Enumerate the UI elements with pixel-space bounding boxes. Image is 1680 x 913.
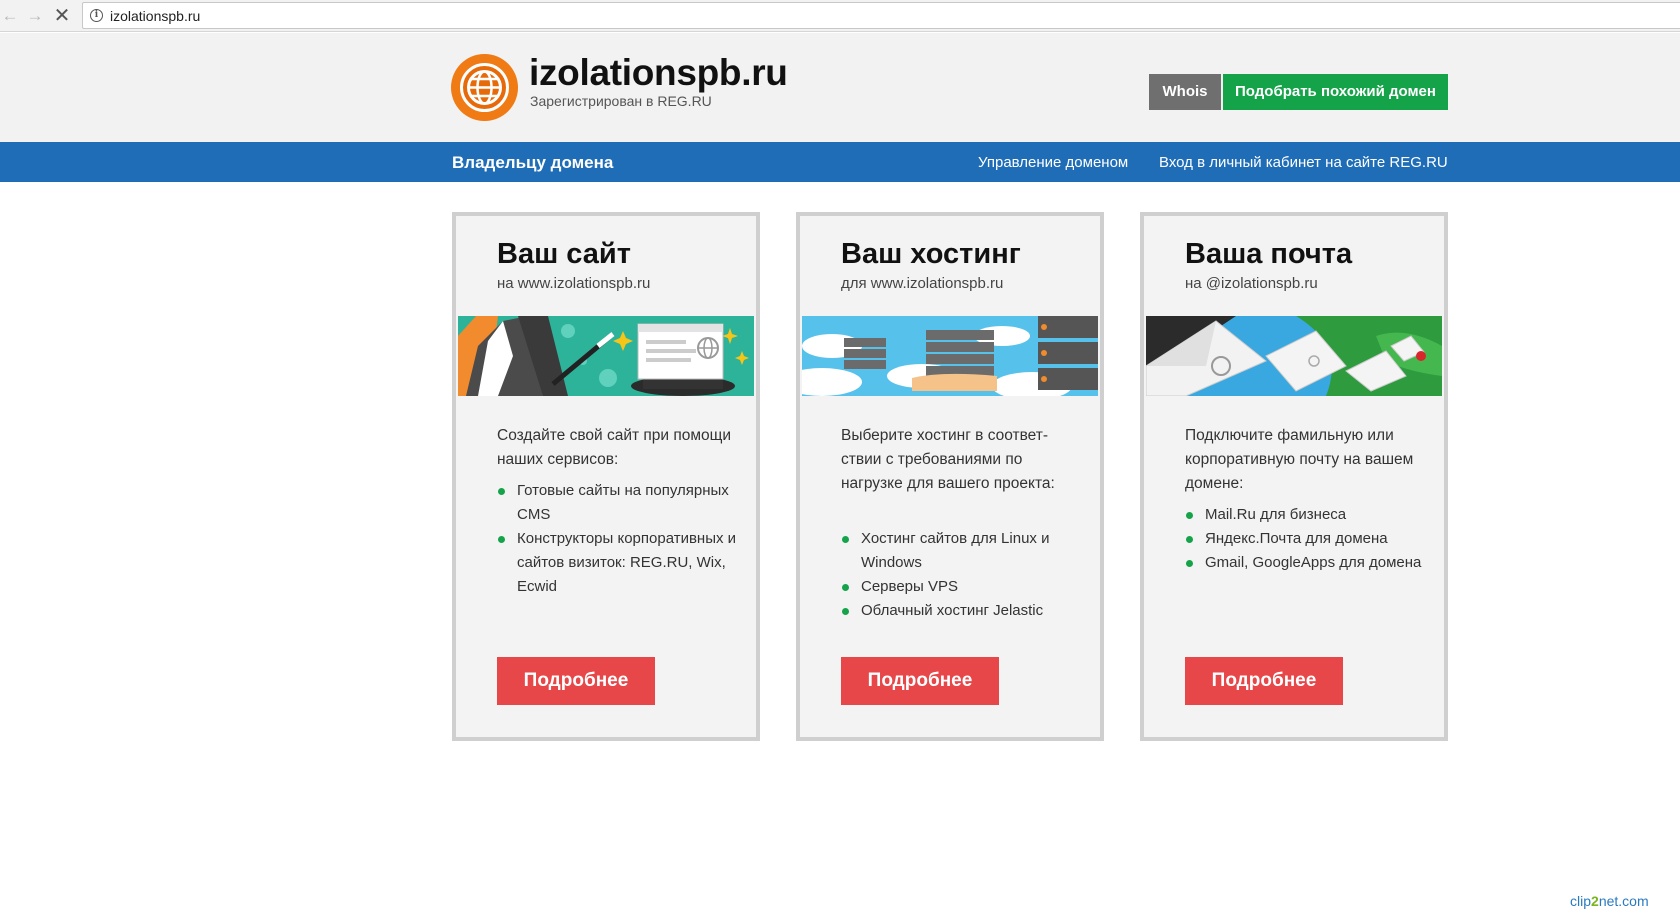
domain-title: izolationspb.ru <box>529 52 788 93</box>
globe-logo-icon <box>451 54 518 121</box>
back-arrow-icon[interactable]: ← <box>0 6 20 26</box>
address-bar[interactable]: i izolationspb.ru <box>82 2 1680 29</box>
site-card: Ваш сайт на www.izolationspb.ru Создайте… <box>452 212 760 741</box>
list-item: Mail.Ru для бизнеса <box>1185 503 1425 527</box>
list-item: Яндекс.Почта для домена <box>1185 527 1425 551</box>
watermark-prefix: clip <box>1570 893 1592 909</box>
list-item: Хостинг сайтов для Linux и Windows <box>841 527 1081 575</box>
url-text: izolationspb.ru <box>110 8 201 24</box>
feature-list: Хостинг сайтов для Linux и Windows Серве… <box>841 527 1081 623</box>
similar-domain-button[interactable]: Подобрать похожий домен <box>1223 74 1448 110</box>
site-header: izolationspb.ru Зарегистрирован в REG.RU… <box>0 33 1680 142</box>
card-subtitle: на @izolationspb.ru <box>1185 275 1318 292</box>
servers-illustration <box>802 316 1098 396</box>
stop-loading-icon[interactable]: ✕ <box>52 6 72 26</box>
clip2net-watermark: clip2net.com <box>1570 893 1649 909</box>
registrar-subtitle: Зарегистрирован в REG.RU <box>530 93 712 109</box>
hosting-card: Ваш хостинг для www.izolationspb.ru Выбе <box>796 212 1104 741</box>
watermark-suffix: net.com <box>1598 893 1649 909</box>
owner-nav-bar: Владельцу домена Управление доменом Вход… <box>0 142 1680 182</box>
manage-domain-link[interactable]: Управление доменом <box>978 154 1128 171</box>
browser-toolbar: ← → ✕ i izolationspb.ru <box>0 0 1680 32</box>
feature-list: Mail.Ru для бизнеса Яндекс.Почта для дом… <box>1185 503 1425 575</box>
list-item: Облачный хостинг Jelastic <box>841 599 1081 623</box>
cabinet-login-link[interactable]: Вход в личный кабинет на сайте REG.RU <box>1159 154 1448 171</box>
envelopes-illustration <box>1146 316 1442 396</box>
card-description: Создайте свой сайт при помощи наших серв… <box>497 427 732 468</box>
magic-wand-illustration <box>458 316 754 396</box>
list-item: Серверы VPS <box>841 575 1081 599</box>
card-subtitle: для www.izolationspb.ru <box>841 275 1004 292</box>
more-button[interactable]: Подробнее <box>1185 657 1343 705</box>
forward-arrow-icon[interactable]: → <box>25 6 45 26</box>
more-button[interactable]: Подробнее <box>497 657 655 705</box>
card-title: Ваша почта <box>1185 238 1353 270</box>
list-item: Конструкторы корпоративных и сайтов визи… <box>497 527 737 599</box>
card-title: Ваш хостинг <box>841 238 1021 270</box>
owner-title: Владельцу домена <box>452 153 614 172</box>
more-button[interactable]: Подробнее <box>841 657 999 705</box>
info-icon[interactable]: i <box>90 9 103 22</box>
card-subtitle: на www.izolationspb.ru <box>497 275 651 292</box>
card-title: Ваш сайт <box>497 238 631 270</box>
card-description: Подключите фамильную или корпоративную п… <box>1185 427 1414 492</box>
watermark-middle: 2 <box>1591 893 1599 909</box>
list-item: Готовые сайты на популярных CMS <box>497 479 737 527</box>
whois-button[interactable]: Whois <box>1149 74 1221 110</box>
list-item: Gmail, GoogleApps для домена <box>1185 551 1425 575</box>
card-description: Выберите хостинг в соответ- ствии с треб… <box>841 427 1055 492</box>
feature-list: Готовые сайты на популярных CMS Конструк… <box>497 479 737 599</box>
mail-card: Ваша почта на @izolationspb.ru Подключит… <box>1140 212 1448 741</box>
